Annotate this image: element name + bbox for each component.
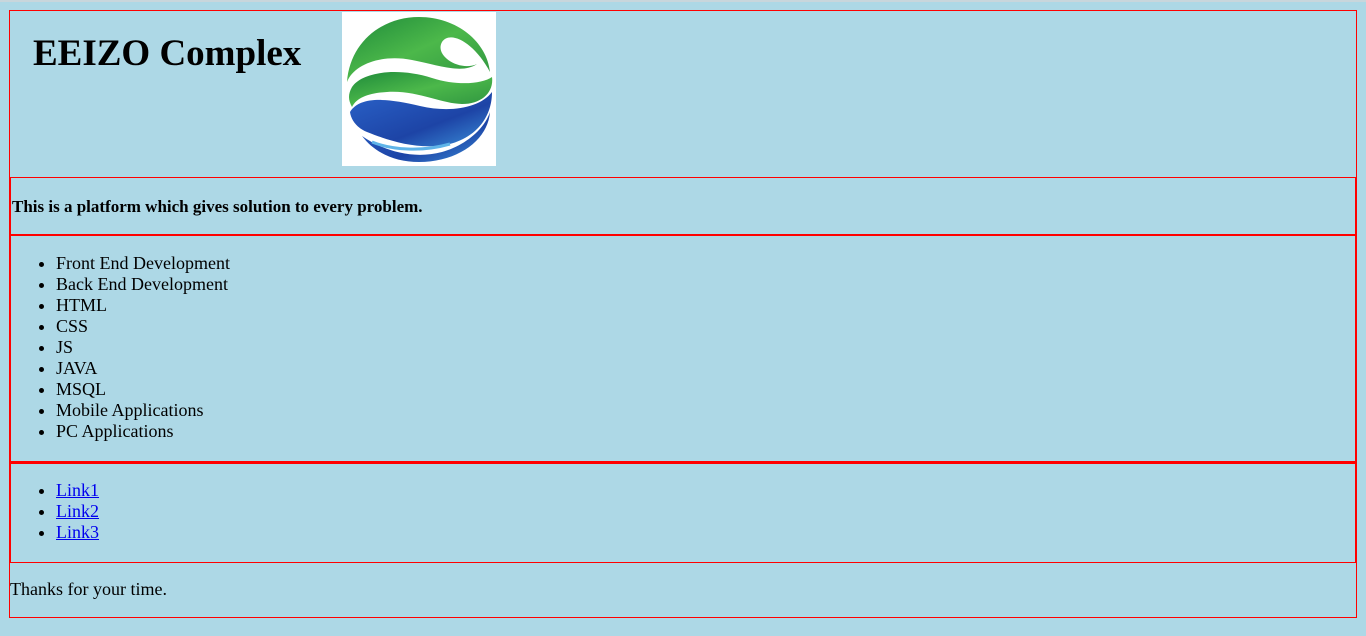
list-item: Front End Development [56,253,230,274]
list-item: Link3 [56,522,99,543]
logo-icon [342,12,496,166]
tagline: This is a platform which gives solution … [12,197,423,216]
footer-text: Thanks for your time. [10,579,167,599]
link-1[interactable]: Link1 [56,480,99,500]
links-list: Link1 Link2 Link3 [16,480,99,543]
browser-top-edge [0,0,1366,2]
services-section: Front End Development Back End Developme… [10,234,1356,464]
list-item: JS [56,337,230,358]
list-item: Link1 [56,480,99,501]
link-2[interactable]: Link2 [56,501,99,521]
list-item: HTML [56,295,230,316]
links-section: Link1 Link2 Link3 [10,461,1356,563]
services-list: Front End Development Back End Developme… [16,253,230,442]
list-item: Mobile Applications [56,400,230,421]
list-item: Link2 [56,501,99,522]
tagline-section: This is a platform which gives solution … [10,177,1356,235]
list-item: Back End Development [56,274,230,295]
list-item: JAVA [56,358,230,379]
header: EEIZO Complex [10,11,1356,177]
list-item: CSS [56,316,230,337]
link-3[interactable]: Link3 [56,522,99,542]
site-title: EEIZO Complex [33,33,302,74]
list-item: PC Applications [56,421,230,442]
list-item: MSQL [56,379,230,400]
page-container: EEIZO Complex This is a platform which g… [9,10,1357,618]
